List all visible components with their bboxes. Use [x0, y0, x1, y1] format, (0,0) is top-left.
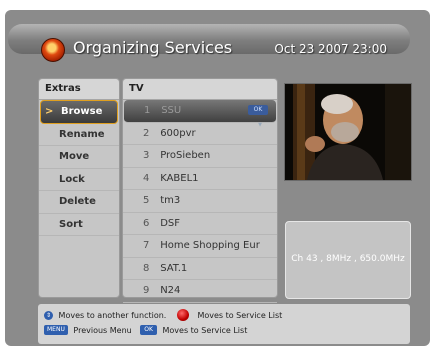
service-name: Home Shopping Eur	[160, 240, 260, 251]
extras-item-label: Browse	[61, 106, 103, 117]
organizing-services-icon	[41, 38, 65, 62]
service-number: 7	[143, 240, 150, 251]
extras-item-label: Sort	[59, 218, 83, 230]
extras-item-label: Delete	[59, 196, 96, 207]
extras-item-delete[interactable]: Delete	[39, 191, 119, 214]
extras-item-move[interactable]: Move	[39, 146, 119, 169]
service-row[interactable]: 6 DSF	[123, 213, 277, 235]
service-list-panel: TV 1 SSU ▲ OK ▼ 2 600pvr 3 ProSieben 4 K…	[122, 78, 278, 303]
extras-heading: Extras	[39, 79, 119, 100]
service-number: 9	[143, 285, 150, 296]
service-name: tm3	[160, 195, 181, 206]
extras-panel: Extras > Browse Rename Move Lock Delete …	[38, 78, 120, 298]
menu-key: MENU	[44, 325, 68, 335]
extras-item-label: Rename	[59, 128, 105, 140]
help-text: Moves to Service List	[197, 310, 283, 320]
extras-item-label: Move	[59, 151, 90, 162]
extras-item-rename[interactable]: Rename	[39, 124, 119, 146]
date-time: Oct 23 2007 23:00	[274, 42, 387, 56]
service-number: 5	[143, 195, 150, 206]
service-row[interactable]: 3 ProSieben	[123, 145, 277, 168]
red-button-icon	[176, 309, 189, 321]
service-name: SAT.1	[160, 262, 188, 274]
video-preview	[284, 83, 412, 181]
extras-item-label: Lock	[59, 173, 85, 185]
service-row[interactable]: 2 600pvr	[123, 123, 277, 145]
service-number: 4	[143, 172, 150, 184]
service-row[interactable]: 8 SAT.1	[123, 258, 277, 280]
navigation-keys-icon: ⇕	[44, 310, 53, 320]
service-row[interactable]: 9 N24	[123, 280, 277, 303]
service-name: SSU	[161, 105, 182, 116]
tv-screen: Organizing Services Oct 23 2007 23:00 Ex…	[5, 10, 430, 346]
service-name: ProSieben	[160, 150, 211, 161]
help-text: Moves to another function.	[58, 310, 167, 320]
extras-item-lock[interactable]: Lock	[39, 169, 119, 191]
extras-item-browse[interactable]: > Browse	[40, 100, 118, 124]
service-row[interactable]: 5 tm3	[123, 190, 277, 213]
service-list-heading: TV	[123, 79, 277, 100]
help-bar: ⇕ Moves to another function. Moves to Se…	[38, 304, 410, 344]
service-name: N24	[160, 285, 181, 296]
chevron-right-icon: >	[45, 106, 54, 117]
service-number: 2	[143, 127, 150, 139]
help-line: MENU Previous Menu OK Moves to Service L…	[44, 325, 247, 335]
service-row[interactable]: 1 SSU ▲ OK ▼	[124, 100, 276, 128]
ok-badge: OK	[248, 105, 268, 115]
service-number: 6	[143, 217, 150, 229]
service-name: 600pvr	[160, 127, 196, 139]
extras-item-sort[interactable]: Sort	[39, 214, 119, 236]
channel-info: Ch 43 , 8MHz , 650.0MHz	[291, 254, 405, 264]
preview-image	[285, 84, 411, 180]
service-name: DSF	[160, 217, 180, 229]
help-text: Previous Menu	[73, 325, 132, 335]
ok-key: OK	[140, 325, 157, 335]
service-row[interactable]: 4 KABEL1	[123, 168, 277, 190]
service-row[interactable]: 7 Home Shopping Eur	[123, 235, 277, 258]
page-title: Organizing Services	[73, 38, 233, 57]
service-number: 8	[143, 262, 150, 274]
help-line: ⇕ Moves to another function. Moves to Se…	[44, 309, 282, 321]
help-text: Moves to Service List	[162, 325, 248, 335]
service-number: 3	[143, 150, 150, 161]
service-name: KABEL1	[160, 172, 199, 184]
channel-info-panel: Ch 43 , 8MHz , 650.0MHz	[285, 221, 411, 299]
service-number: 1	[144, 105, 151, 116]
